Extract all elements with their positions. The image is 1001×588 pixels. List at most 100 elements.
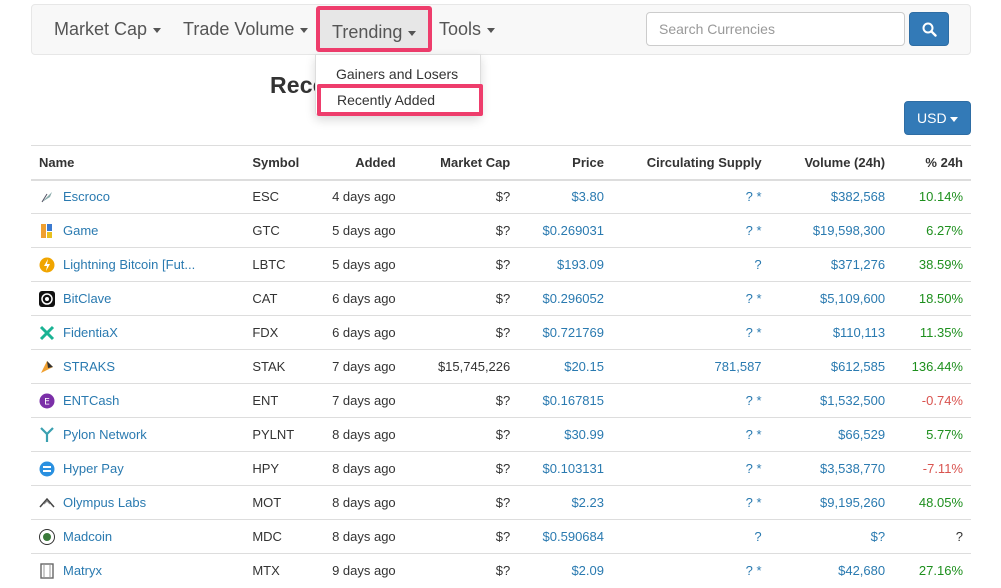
cell-circulating-supply[interactable]: ? * <box>611 315 770 350</box>
cell-added: 8 days ago <box>324 451 404 486</box>
coin-name-link[interactable]: Olympus Labs <box>63 495 146 510</box>
cell-circulating-supply[interactable]: ? * <box>611 281 770 316</box>
caret-down-icon <box>153 27 162 33</box>
cell-name: Olympus Labs <box>31 485 245 520</box>
coin-name-link[interactable]: Hyper Pay <box>63 461 124 476</box>
cell-volume[interactable]: $66,529 <box>769 417 894 452</box>
coin-name-link[interactable]: FidentiaX <box>63 325 118 340</box>
cell-circulating-supply[interactable]: ? * <box>611 417 770 452</box>
menu-item-recently-added[interactable]: Recently Added <box>317 84 483 116</box>
nav-tools-dropdown[interactable]: Tools <box>439 5 496 54</box>
cell-volume[interactable]: $5,109,600 <box>769 281 894 316</box>
search-currencies-input[interactable] <box>646 12 905 46</box>
cell-price[interactable]: $2.09 <box>518 553 612 588</box>
supply-value[interactable]: ? * <box>746 325 762 340</box>
cell-volume[interactable]: $110,113 <box>769 315 894 350</box>
cell-circulating-supply[interactable]: ? <box>611 247 770 282</box>
supply-value[interactable]: ? * <box>746 495 762 510</box>
cell-symbol: MDC <box>244 519 325 554</box>
supply-value[interactable]: ? * <box>746 461 762 476</box>
cell-volume[interactable]: $371,276 <box>769 247 894 282</box>
coin-name-link[interactable]: Madcoin <box>63 529 112 544</box>
table-row[interactable]: Pylon Network PYLNT 8 days ago $? $30.99 ? * $… <box>31 417 971 452</box>
table-header-row: Name Symbol Added Market Cap Price Circu… <box>31 145 971 181</box>
cell-price[interactable]: $20.15 <box>518 349 612 384</box>
header-price[interactable]: Price <box>518 145 612 181</box>
cell-price[interactable]: $2.23 <box>518 485 612 520</box>
cell-symbol: MTX <box>244 553 325 588</box>
coin-name-link[interactable]: Matryx <box>63 564 102 579</box>
currency-select-button[interactable]: USD <box>904 101 971 135</box>
supply-value[interactable]: ? * <box>746 563 762 578</box>
header-volume[interactable]: Volume (24h) <box>769 145 894 181</box>
cell-price[interactable]: $0.721769 <box>518 315 612 350</box>
cell-price[interactable]: $0.269031 <box>518 213 612 248</box>
supply-value[interactable]: ? * <box>746 291 762 306</box>
cell-volume[interactable]: $612,585 <box>769 349 894 384</box>
table-row[interactable]: Lightning Bitcoin [Fut... LBTC 5 days ago $… <box>31 247 971 282</box>
coin-name-link[interactable]: Pylon Network <box>63 427 147 442</box>
coin-name-link[interactable]: ENTCash <box>63 393 119 408</box>
coin-name-link[interactable]: Escroco <box>63 190 110 205</box>
cell-volume[interactable]: $42,680 <box>769 553 894 588</box>
header-name[interactable]: Name <box>31 145 245 181</box>
cell-price[interactable]: $193.09 <box>518 247 612 282</box>
supply-value[interactable]: ? * <box>746 427 762 442</box>
coin-name-link[interactable]: BitClave <box>63 291 111 306</box>
table-row[interactable]: Game GTC 5 days ago $? $0.269031 ? * $19,598,3… <box>31 213 971 248</box>
coin-name-link[interactable]: Game <box>63 223 98 238</box>
cell-price[interactable]: $0.167815 <box>518 383 612 418</box>
cell-circulating-supply[interactable]: ? * <box>611 485 770 520</box>
table-row[interactable]: Olympus Labs MOT 8 days ago $? $2.23 ? * $9,19… <box>31 485 971 520</box>
table-row[interactable]: Madcoin MDC 8 days ago $? $0.590684? $?? <box>31 519 971 554</box>
cell-circulating-supply[interactable]: ? * <box>611 213 770 248</box>
header-symbol[interactable]: Symbol <box>244 145 325 181</box>
supply-value[interactable]: ? * <box>746 223 762 238</box>
coin-name-link[interactable]: STRAKS <box>63 359 115 374</box>
nav-trending-dropdown[interactable]: Trending <box>316 6 433 52</box>
cell-circulating-supply[interactable]: ? * <box>611 553 770 588</box>
nav-trade-volume-dropdown[interactable]: Trade Volume <box>183 5 309 54</box>
supply-value[interactable]: ? <box>754 257 761 272</box>
cell-volume[interactable]: $9,195,260 <box>769 485 894 520</box>
supply-value[interactable]: ? * <box>746 189 762 204</box>
cell-circulating-supply[interactable]: ? * <box>611 451 770 486</box>
cell-price[interactable]: $0.590684 <box>518 519 612 554</box>
search-icon <box>922 22 937 37</box>
cell-circulating-supply[interactable]: 781,587 <box>611 349 770 384</box>
cell-price[interactable]: $3.80 <box>518 179 612 214</box>
table-row[interactable]: Escroco ESC 4 days ago $? $3.80 ? * $382,568 10… <box>31 179 971 214</box>
table-row[interactable]: Matryx MTX 9 days ago $? $2.09 ? * $42,680 27.1… <box>31 553 971 588</box>
header-market-cap[interactable]: Market Cap <box>403 145 519 181</box>
table-row[interactable]: FidentiaX FDX 6 days ago $? $0.721769 ? * $110… <box>31 315 971 350</box>
escroco-icon <box>39 189 55 205</box>
cell-volume[interactable]: $3,538,770 <box>769 451 894 486</box>
header-change-24h[interactable]: % 24h <box>893 145 971 181</box>
table-row[interactable]: E ENTCash ENT 7 days ago $? $0.167815 ? * $1,53… <box>31 383 971 418</box>
table-row[interactable]: STRAKS STAK 7 days ago $15,745,226 $20.15 781… <box>31 349 971 384</box>
cell-price[interactable]: $0.103131 <box>518 451 612 486</box>
cell-added: 6 days ago <box>324 281 404 316</box>
cell-circulating-supply[interactable]: ? * <box>611 383 770 418</box>
cell-volume[interactable]: $? <box>769 519 894 554</box>
header-added[interactable]: Added <box>324 145 404 181</box>
nav-market-cap-dropdown[interactable]: Market Cap <box>54 5 162 54</box>
header-circulating-supply[interactable]: Circulating Supply <box>611 145 770 181</box>
cell-price[interactable]: $0.296052 <box>518 281 612 316</box>
cell-volume[interactable]: $382,568 <box>769 179 894 214</box>
menu-item-gainers-losers[interactable]: Gainers and Losers <box>316 63 480 85</box>
supply-value[interactable]: ? <box>754 529 761 544</box>
table-row[interactable]: BitClave CAT 6 days ago $? $0.296052 ? * $5,10… <box>31 281 971 316</box>
supply-value[interactable]: 781,587 <box>715 359 762 374</box>
supply-value[interactable]: ? * <box>746 393 762 408</box>
currency-label: USD <box>917 110 947 126</box>
cell-volume[interactable]: $1,532,500 <box>769 383 894 418</box>
cell-volume[interactable]: $19,598,300 <box>769 213 894 248</box>
cell-price[interactable]: $30.99 <box>518 417 612 452</box>
search-button[interactable] <box>909 12 949 46</box>
caret-down-icon <box>408 30 417 36</box>
cell-circulating-supply[interactable]: ? * <box>611 179 770 214</box>
cell-circulating-supply[interactable]: ? <box>611 519 770 554</box>
table-row[interactable]: Hyper Pay HPY 8 days ago $? $0.103131 ? * $3,5… <box>31 451 971 486</box>
coin-name-link[interactable]: Lightning Bitcoin [Fut... <box>63 257 195 272</box>
